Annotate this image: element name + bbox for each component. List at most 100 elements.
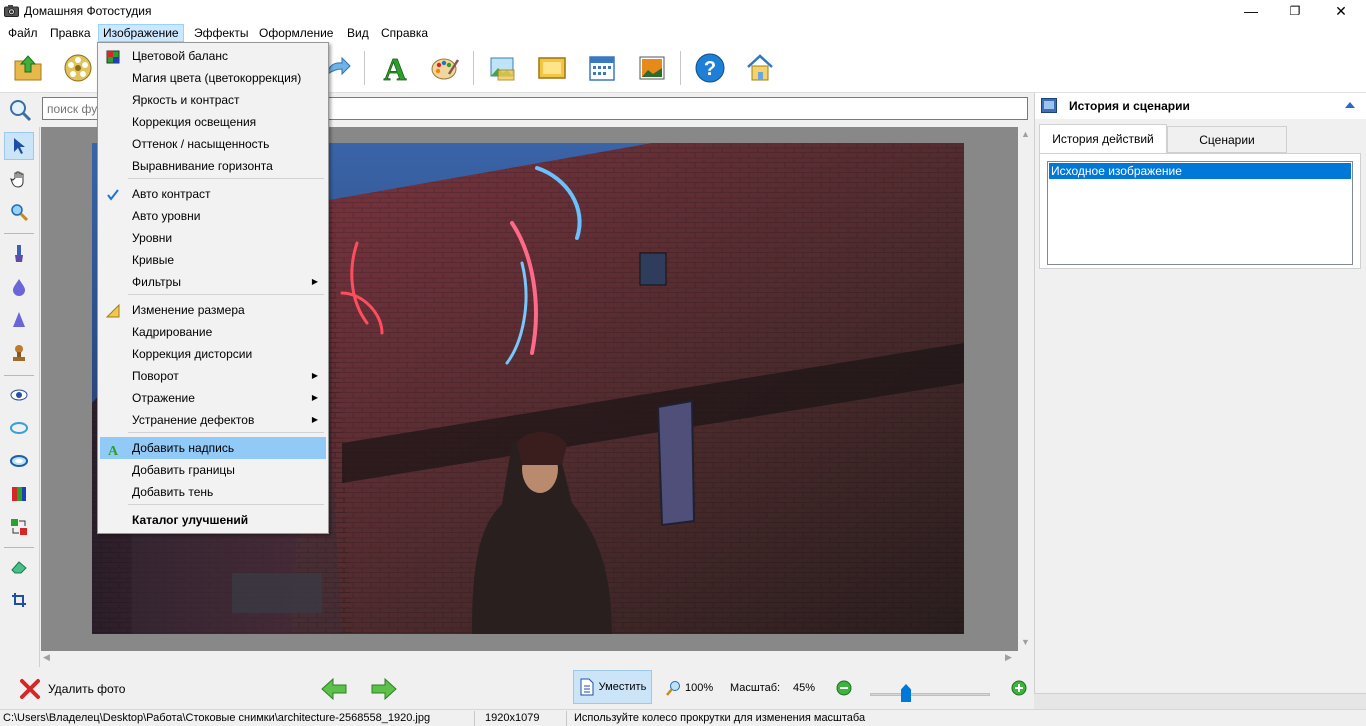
- menu-item-label: Оттенок / насыщенность: [132, 137, 270, 151]
- scroll-left-arrow-icon[interactable]: ◀: [43, 652, 50, 663]
- bottom-toolbar: Удалить фото Уместить 100% Масштаб: 45%: [0, 667, 1034, 709]
- zoom-slider-thumb[interactable]: [901, 684, 911, 702]
- zoom-100-icon: [666, 681, 680, 696]
- image-menu-item[interactable]: Изменение размера: [100, 299, 326, 321]
- color-levels-icon[interactable]: [4, 480, 34, 508]
- blur-tool-icon[interactable]: [4, 273, 34, 301]
- menu-file[interactable]: Файл: [4, 24, 42, 42]
- sharpen-tool-icon[interactable]: [4, 306, 34, 334]
- fit-to-window-button[interactable]: Уместить: [573, 670, 652, 704]
- menu-item-label: Выравнивание горизонта: [132, 159, 273, 173]
- home-icon[interactable]: [742, 50, 778, 86]
- scroll-right-arrow-icon[interactable]: ▶: [1005, 652, 1012, 663]
- resize-ruler-icon: [105, 303, 120, 318]
- image-menu-item[interactable]: Устранение дефектов ▶: [100, 409, 326, 431]
- image-menu-item[interactable]: Авто уровни: [100, 205, 326, 227]
- menu-help[interactable]: Справка: [377, 24, 432, 42]
- restore-button[interactable]: ❐: [1272, 0, 1318, 22]
- hand-tool-icon[interactable]: [4, 165, 34, 193]
- history-item[interactable]: Исходное изображение: [1049, 163, 1351, 179]
- horizontal-scrollbar[interactable]: ◀ ▶: [41, 651, 1018, 665]
- landscape-icon[interactable]: [484, 50, 520, 86]
- svg-text:?: ?: [704, 58, 716, 80]
- zoom-in-icon[interactable]: [1011, 680, 1027, 696]
- delete-x-icon: [20, 679, 40, 699]
- close-button[interactable]: ✕: [1318, 0, 1364, 22]
- image-menu-item[interactable]: Коррекция освещения: [100, 111, 326, 133]
- minimize-button[interactable]: —: [1228, 0, 1274, 22]
- collapse-panel-icon[interactable]: [1343, 98, 1357, 112]
- ellipse-select-icon[interactable]: [4, 414, 34, 442]
- scroll-up-arrow-icon[interactable]: ▲: [1021, 129, 1030, 139]
- palette-icon[interactable]: [427, 50, 463, 86]
- status-separator: [474, 711, 475, 726]
- image-menu-item[interactable]: A Добавить надпись: [100, 437, 326, 459]
- image-menu-item[interactable]: Фильтры ▶: [100, 271, 326, 293]
- replace-color-icon[interactable]: [4, 513, 34, 541]
- image-menu-item[interactable]: Магия цвета (цветокоррекция): [100, 67, 326, 89]
- scroll-down-arrow-icon[interactable]: ▼: [1021, 637, 1030, 647]
- red-eye-tool-icon[interactable]: [4, 381, 34, 409]
- brush-tool-icon[interactable]: [4, 240, 34, 268]
- film-reel-icon[interactable]: [60, 50, 96, 86]
- image-dimensions: 1920x1079: [485, 712, 540, 724]
- image-menu-item[interactable]: Кадрирование: [100, 321, 326, 343]
- zoom-slider[interactable]: [870, 684, 990, 702]
- zoom-tool-icon[interactable]: [4, 198, 34, 226]
- open-folder-icon[interactable]: [10, 50, 46, 86]
- history-tab-body: Исходное изображение: [1039, 153, 1361, 269]
- vertical-scrollbar[interactable]: ▲ ▼: [1018, 127, 1032, 651]
- image-menu-item[interactable]: Добавить границы: [100, 459, 326, 481]
- file-path: C:\Users\Владелец\Desktop\Работа\Стоковы…: [3, 712, 431, 724]
- image-menu-item[interactable]: Добавить тень: [100, 481, 326, 503]
- image-menu-item[interactable]: Выравнивание горизонта: [100, 155, 326, 177]
- image-menu-item[interactable]: Кривые: [100, 249, 326, 271]
- crop-tool-icon[interactable]: [4, 586, 34, 614]
- eraser-tool-icon[interactable]: [4, 553, 34, 581]
- frame-icon[interactable]: [534, 50, 570, 86]
- zoom-out-icon[interactable]: [836, 680, 852, 696]
- image-menu-item[interactable]: Цветовой баланс: [100, 45, 326, 67]
- menu-design[interactable]: Оформление: [255, 24, 337, 42]
- menu-effects[interactable]: Эффекты: [190, 24, 253, 42]
- submenu-arrow-icon: ▶: [311, 393, 318, 402]
- delete-photo-button[interactable]: Удалить фото: [18, 677, 125, 701]
- next-photo-arrow-icon[interactable]: [370, 677, 398, 701]
- image-menu-item[interactable]: Яркость и контраст: [100, 89, 326, 111]
- menu-view[interactable]: Вид: [343, 24, 373, 42]
- image-menu-item[interactable]: Поворот ▶: [100, 365, 326, 387]
- image-menu-item[interactable]: Каталог улучшений: [100, 509, 326, 531]
- panel-icon: [1041, 98, 1057, 113]
- photo-card-icon[interactable]: [634, 50, 670, 86]
- image-menu-item[interactable]: Отражение ▶: [100, 387, 326, 409]
- pointer-tool-icon[interactable]: [4, 132, 34, 160]
- actual-size-button[interactable]: 100%: [666, 680, 713, 696]
- image-menu-item[interactable]: Коррекция дисторсии: [100, 343, 326, 365]
- history-list[interactable]: Исходное изображение: [1047, 161, 1353, 265]
- lasso-tool-icon[interactable]: [4, 447, 34, 475]
- help-icon[interactable]: ?: [692, 50, 728, 86]
- tab-scenarios[interactable]: Сценарии: [1167, 126, 1287, 153]
- menu-edit[interactable]: Правка: [46, 24, 95, 42]
- tab-history[interactable]: История действий: [1039, 124, 1167, 154]
- menu-item-label: Изменение размера: [132, 303, 245, 317]
- menu-bar: Файл Правка Изображение Эффекты Оформлен…: [0, 22, 1366, 43]
- image-menu-item[interactable]: Уровни: [100, 227, 326, 249]
- menu-image[interactable]: Изображение: [98, 24, 184, 42]
- svg-text:A: A: [108, 444, 119, 456]
- tool-separator: [4, 233, 34, 234]
- text-tool-icon[interactable]: A: [377, 50, 413, 86]
- image-menu-item[interactable]: Авто контраст: [100, 183, 326, 205]
- stamp-tool-icon[interactable]: [4, 339, 34, 367]
- menu-item-label: Коррекция дисторсии: [132, 347, 253, 361]
- menu-item-label: Устранение дефектов: [132, 413, 255, 427]
- tool-separator: [4, 375, 34, 376]
- status-bar: C:\Users\Владелец\Desktop\Работа\Стоковы…: [0, 709, 1366, 726]
- fit-label: Уместить: [598, 681, 647, 693]
- previous-photo-arrow-icon[interactable]: [320, 677, 348, 701]
- calendar-icon[interactable]: [584, 50, 620, 86]
- image-menu-item[interactable]: Оттенок / насыщенность: [100, 133, 326, 155]
- image-menu-dropdown: Цветовой баланс Магия цвета (цветокоррекц…: [97, 42, 329, 534]
- menu-item-label: Уровни: [132, 231, 173, 245]
- left-tool-strip: [0, 127, 40, 667]
